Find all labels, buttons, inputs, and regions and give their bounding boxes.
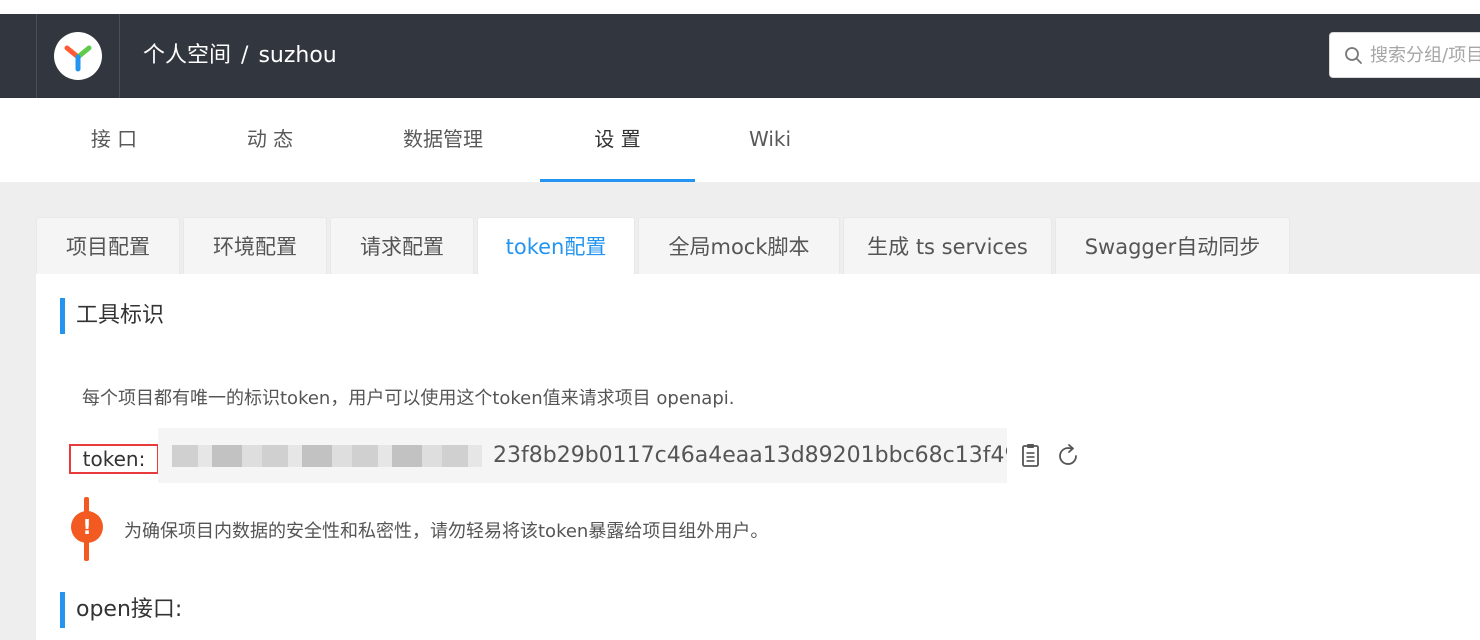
page: 个人空间 / suzhou 接 口 动 态 数据管理 设 置 Wiki 项目配置 环… xyxy=(0,0,1480,640)
breadcrumb-project[interactable]: suzhou xyxy=(258,43,336,68)
tab-settings[interactable]: 设 置 xyxy=(540,98,695,182)
refresh-icon[interactable] xyxy=(1055,443,1081,469)
yapi-logo-icon[interactable] xyxy=(54,32,102,80)
token-settings-panel: 工具标识 每个项目都有唯一的标识token，用户可以使用这个token值来请求项… xyxy=(36,274,1480,640)
token-value-field[interactable]: 23f8b29b0117c46a4eaa13d89201bbc68c13f499 xyxy=(158,428,1007,483)
tab-data-management[interactable]: 数据管理 xyxy=(380,98,506,182)
tab-interface[interactable]: 接 口 xyxy=(52,98,176,182)
token-redaction xyxy=(172,445,482,467)
token-value-text: 23f8b29b0117c46a4eaa13d89201bbc68c13f499 xyxy=(493,443,1007,468)
settings-tab-project[interactable]: 项目配置 xyxy=(36,217,180,274)
settings-tab-ts-services[interactable]: 生成 ts services xyxy=(843,217,1052,274)
search-icon xyxy=(1345,47,1362,64)
warning-text: 为确保项目内数据的安全性和私密性，请勿轻易将该token暴露给项目组外用户。 xyxy=(124,521,769,542)
settings-tab-global-mock[interactable]: 全局mock脚本 xyxy=(638,217,840,274)
section-title-open-api: open接口: xyxy=(60,592,182,628)
section-title-tool-id: 工具标识 xyxy=(60,298,164,334)
settings-tab-token[interactable]: token配置 xyxy=(477,217,635,275)
search-box[interactable] xyxy=(1329,32,1480,78)
logo-box[interactable] xyxy=(36,14,120,98)
settings-tab-swagger-sync[interactable]: Swagger自动同步 xyxy=(1055,217,1290,274)
token-description: 每个项目都有唯一的标识token，用户可以使用这个token值来请求项目 ope… xyxy=(82,388,735,409)
settings-tab-environment[interactable]: 环境配置 xyxy=(183,217,327,274)
tab-wiki[interactable]: Wiki xyxy=(720,98,820,182)
breadcrumb-separator: / xyxy=(241,43,249,68)
warning-icon: ! xyxy=(71,511,103,543)
token-label: token: xyxy=(69,444,159,474)
search-input[interactable] xyxy=(1370,41,1480,69)
copy-icon[interactable] xyxy=(1019,443,1043,469)
project-subnav: 接 口 动 态 数据管理 设 置 Wiki xyxy=(0,98,1480,182)
tab-activity[interactable]: 动 态 xyxy=(208,98,332,182)
breadcrumb-space[interactable]: 个人空间 xyxy=(143,43,231,68)
settings-tab-request[interactable]: 请求配置 xyxy=(330,217,474,274)
top-header: 个人空间 / suzhou xyxy=(0,14,1480,98)
breadcrumb: 个人空间 / suzhou xyxy=(143,40,337,72)
